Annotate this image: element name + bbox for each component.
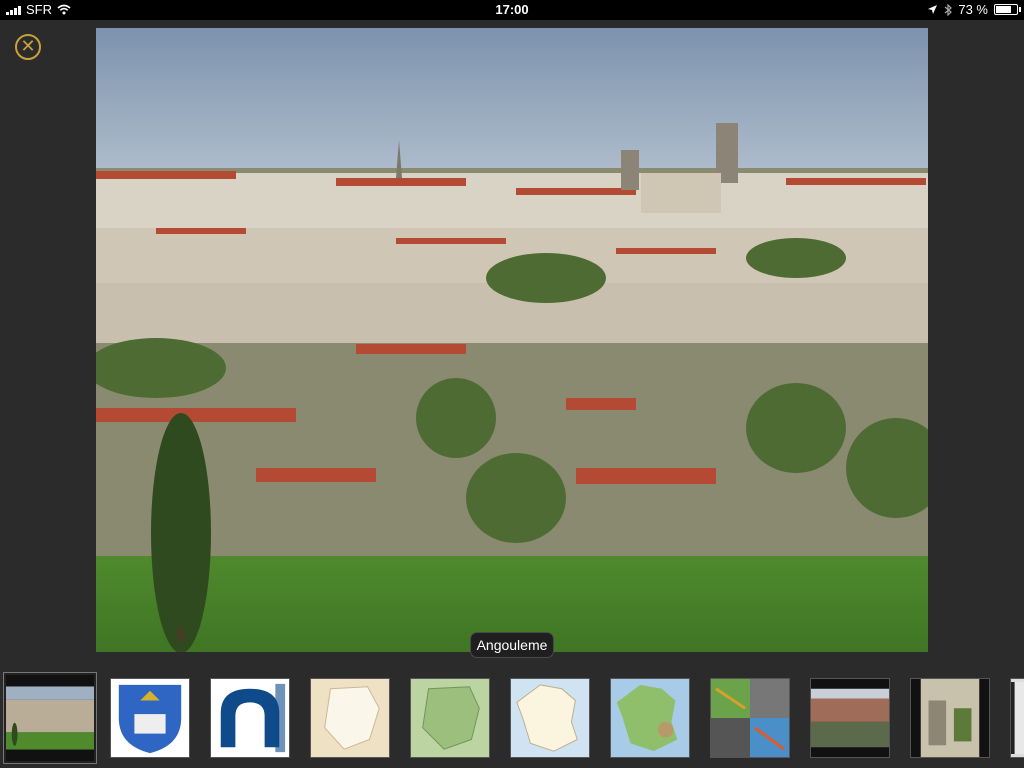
clock: 17:00 (495, 2, 529, 17)
bluetooth-icon (944, 3, 953, 16)
location-icon (928, 5, 938, 14)
thumbnail-photo-city[interactable] (4, 673, 96, 763)
thumbnail-logo[interactable] (210, 678, 290, 758)
thumbnail-strip[interactable] (0, 672, 1024, 768)
thumbnail-partial[interactable] (1010, 678, 1024, 758)
thumbnail-map-beige[interactable] (310, 678, 390, 758)
caption-container: Angouleme (0, 632, 1024, 658)
thumbnail-map-france-relief[interactable] (610, 678, 690, 758)
close-button[interactable]: ✕ (15, 34, 41, 60)
thumbnail-map-france-light[interactable] (510, 678, 590, 758)
close-circle-icon: ✕ (20, 36, 36, 56)
thumbnail-map-green[interactable] (410, 678, 490, 758)
main-photo[interactable] (96, 28, 928, 652)
thumbnail-coat-of-arms[interactable] (110, 678, 190, 758)
photo-caption: Angouleme (469, 632, 555, 658)
battery-percent: 73 % (958, 2, 988, 17)
thumbnail-terrain-tiles[interactable] (710, 678, 790, 758)
thumbnail-photo-tower[interactable] (910, 678, 990, 758)
status-right: 73 % (927, 2, 1021, 17)
thumbnail-photo-building[interactable] (810, 678, 890, 758)
city-landscape-image (96, 28, 928, 652)
status-bar: SFR 17:00 73 % (0, 0, 1024, 20)
battery-icon (994, 4, 1021, 15)
